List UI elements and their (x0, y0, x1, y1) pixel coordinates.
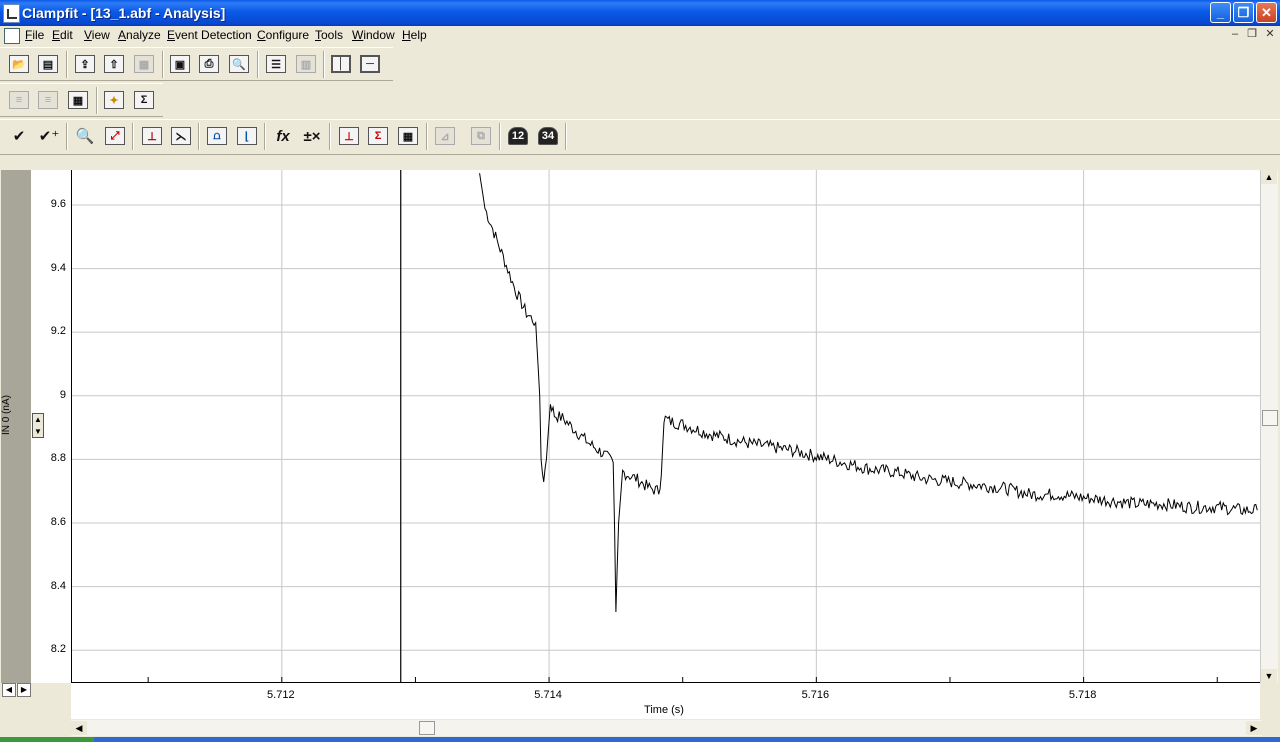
histogram-icon[interactable]: ⩍ (204, 123, 230, 149)
toolbar-sweeps: ≡ ≡ ▦ ✦ Σ (0, 83, 163, 117)
arithmetic-icon[interactable]: ±× (299, 123, 325, 149)
lock-12-icon[interactable]: 12 (505, 123, 531, 149)
menu-window[interactable]: Window (350, 27, 397, 43)
fit-icon[interactable]: ⋋ (168, 123, 194, 149)
horizontal-scroll-thumb[interactable] (419, 721, 435, 735)
taskbar-edge (0, 737, 1280, 742)
menu-event-detection[interactable]: Event Detection (165, 27, 254, 43)
scroll-right-arrow-icon[interactable]: ▶ (1246, 721, 1262, 735)
print-icon[interactable]: ⎙ (196, 51, 222, 77)
save-icon[interactable]: ⇧ (101, 51, 127, 77)
x-tick-label: 5.718 (1068, 689, 1097, 701)
x-axis-title: Time (s) (644, 704, 684, 716)
mdi-minimize-button[interactable]: – (1228, 28, 1242, 41)
menu-file[interactable]: File (23, 27, 46, 43)
next-sweep-icon: ≡ (35, 87, 61, 113)
prev-sweep-icon: ≡ (6, 87, 32, 113)
menu-tools[interactable]: Tools (313, 27, 345, 43)
toolbar-analysis: ✔ ✔⁺ 🔍 ⤢ ⊥ ⋋ ⩍ ⌊ fx ±× ⊥ Σ ▦ ⊿ ⧉ 12 34 (0, 119, 1280, 155)
x-tick-label: 5.712 (267, 689, 295, 701)
function-glyph: fx (276, 127, 290, 145)
horizontal-scrollbar[interactable]: ◀ ▶ (71, 720, 1262, 736)
plot-area[interactable] (71, 170, 1260, 683)
accept-add-icon[interactable]: ✔⁺ (36, 123, 62, 149)
x-axis[interactable]: 5.712 5.714 5.716 5.718 Time (s) (71, 683, 1260, 719)
sum-icon[interactable]: Σ (365, 123, 391, 149)
y-scale-spinner[interactable]: ▲ ▼ (32, 413, 44, 438)
window-title: Clampfit - [13_1.abf - Analysis] (22, 5, 226, 21)
close-button[interactable]: ✕ (1256, 2, 1277, 23)
y-tick-label: 8.2 (50, 643, 66, 656)
save-disabled-icon: ▦ (131, 51, 157, 77)
event-icon[interactable]: ✦ (101, 87, 127, 113)
function-icon[interactable]: fx (270, 123, 296, 149)
mdi-close-button[interactable]: ✕ (1263, 28, 1277, 41)
baseline-icon[interactable]: ⊥ (139, 123, 165, 149)
y-tick-label: 9.2 (50, 325, 66, 338)
sweep-nav: ◀ ▶ (2, 683, 32, 697)
zoom-icon[interactable]: 🔍 (72, 123, 98, 149)
floppy-icon[interactable]: ▣ (167, 51, 193, 77)
sweep-select-icon[interactable]: ▦ (65, 87, 91, 113)
trace-chart[interactable] (72, 170, 1260, 682)
menu-view[interactable]: View (82, 27, 112, 43)
results-icon[interactable]: ☰ (263, 51, 289, 77)
scroll-up-arrow-icon[interactable]: ▲ (1261, 170, 1277, 184)
y-axis-signal-name: IN 0 (1, 416, 12, 436)
menu-analyze[interactable]: Analyze (116, 27, 163, 43)
vertical-scrollbar[interactable]: ▲ ▼ (1260, 170, 1278, 683)
y-tick-label: 8.8 (50, 452, 66, 465)
disabled-copy-icon: ⧉ (468, 123, 494, 149)
accept-icon[interactable]: ✔ (6, 123, 32, 149)
open-other-icon[interactable]: ⇪ (72, 51, 98, 77)
arithmetic-glyph: ±× (303, 127, 321, 145)
mdi-restore-button[interactable]: ❐ (1245, 28, 1259, 41)
print-preview-icon[interactable]: 🔍 (226, 51, 252, 77)
scroll-left-arrow-icon[interactable]: ◀ (71, 721, 87, 735)
open-data-icon[interactable]: 📂 (6, 51, 32, 77)
app-icon[interactable] (3, 4, 20, 23)
restore-button[interactable]: ❐ (1233, 2, 1254, 23)
disabled-chart-icon: ⊿ (432, 123, 458, 149)
results-table-icon[interactable]: ▦ (395, 123, 421, 149)
y-tick-label: 8.4 (50, 579, 66, 592)
y-tick-label: 9 (59, 388, 66, 401)
split-vertical-icon[interactable]: │ (328, 51, 354, 77)
y-tick-label: 9.4 (50, 261, 66, 274)
auto-scale-icon[interactable]: ⤢ (102, 123, 128, 149)
x-tick-label: 5.716 (801, 689, 830, 701)
scroll-down-arrow-icon[interactable]: ▼ (1261, 669, 1277, 683)
menu-configure[interactable]: Configure (255, 27, 311, 43)
scroll-left-small-icon[interactable]: ◀ (2, 683, 16, 697)
y-tick-label: 8.6 (50, 515, 66, 528)
minimize-button[interactable]: _ (1210, 2, 1231, 23)
document-icon[interactable] (4, 28, 20, 44)
x-tick-label: 5.714 (534, 689, 562, 701)
trace-line (479, 173, 1258, 613)
decay-icon[interactable]: ⌊ (234, 123, 260, 149)
menu-edit[interactable]: Edit (50, 27, 75, 43)
toolbar-file: 📂 ▤ ⇪ ⇧ ▦ ▣ ⎙ 🔍 ☰ ▥ │ ─ (0, 47, 393, 81)
lock-34-icon[interactable]: 34 (535, 123, 561, 149)
y-tick-label: 9.6 (50, 197, 66, 210)
split-horizontal-icon[interactable]: ─ (357, 51, 383, 77)
lab-book-icon: ▥ (293, 51, 319, 77)
vertical-scroll-thumb[interactable] (1262, 410, 1278, 426)
open-analysis-icon[interactable]: ▤ (35, 51, 61, 77)
menu-help[interactable]: Help (400, 27, 429, 43)
y-axis-unit: (nA) (1, 395, 12, 414)
statistics-icon[interactable]: Σ (131, 87, 157, 113)
scroll-right-small-icon[interactable]: ▶ (17, 683, 31, 697)
y-axis-label: IN 0 (nA) (1, 395, 31, 435)
peak-icon[interactable]: ⊥ (336, 123, 362, 149)
